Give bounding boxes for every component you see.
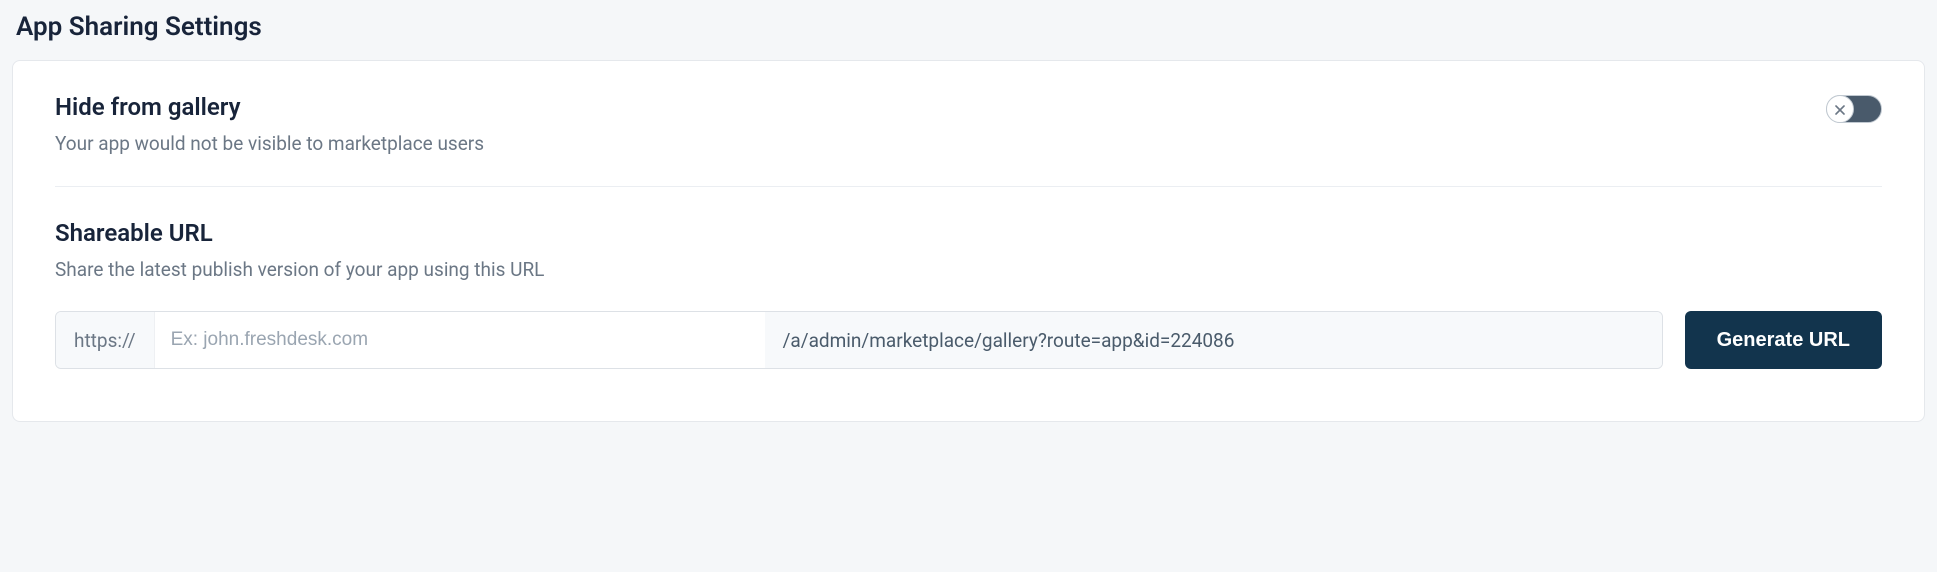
close-icon bbox=[1835, 100, 1845, 119]
section-divider bbox=[55, 186, 1882, 187]
shareable-url-description: Share the latest publish version of your… bbox=[55, 257, 1882, 284]
toggle-knob bbox=[1826, 95, 1854, 123]
hide-from-gallery-title: Hide from gallery bbox=[55, 93, 1826, 121]
shareable-url-section: Shareable URL Share the latest publish v… bbox=[55, 219, 1882, 370]
shareable-url-title: Shareable URL bbox=[55, 219, 1882, 247]
url-path-suffix: /a/admin/marketplace/gallery?route=app&i… bbox=[765, 312, 1662, 368]
hide-from-gallery-section: Hide from gallery Your app would not be … bbox=[55, 93, 1882, 158]
hide-from-gallery-description: Your app would not be visible to marketp… bbox=[55, 131, 1826, 158]
hide-from-gallery-toggle[interactable] bbox=[1826, 95, 1882, 123]
hide-from-gallery-text: Hide from gallery Your app would not be … bbox=[55, 93, 1826, 158]
generate-url-button[interactable]: Generate URL bbox=[1685, 311, 1882, 369]
url-domain-input[interactable] bbox=[155, 312, 765, 368]
settings-card: Hide from gallery Your app would not be … bbox=[12, 60, 1925, 422]
page-title: App Sharing Settings bbox=[12, 12, 1925, 42]
url-protocol-prefix: https:// bbox=[56, 312, 155, 368]
shareable-url-row: https:// /a/admin/marketplace/gallery?ro… bbox=[55, 311, 1882, 369]
url-input-group: https:// /a/admin/marketplace/gallery?ro… bbox=[55, 311, 1663, 369]
